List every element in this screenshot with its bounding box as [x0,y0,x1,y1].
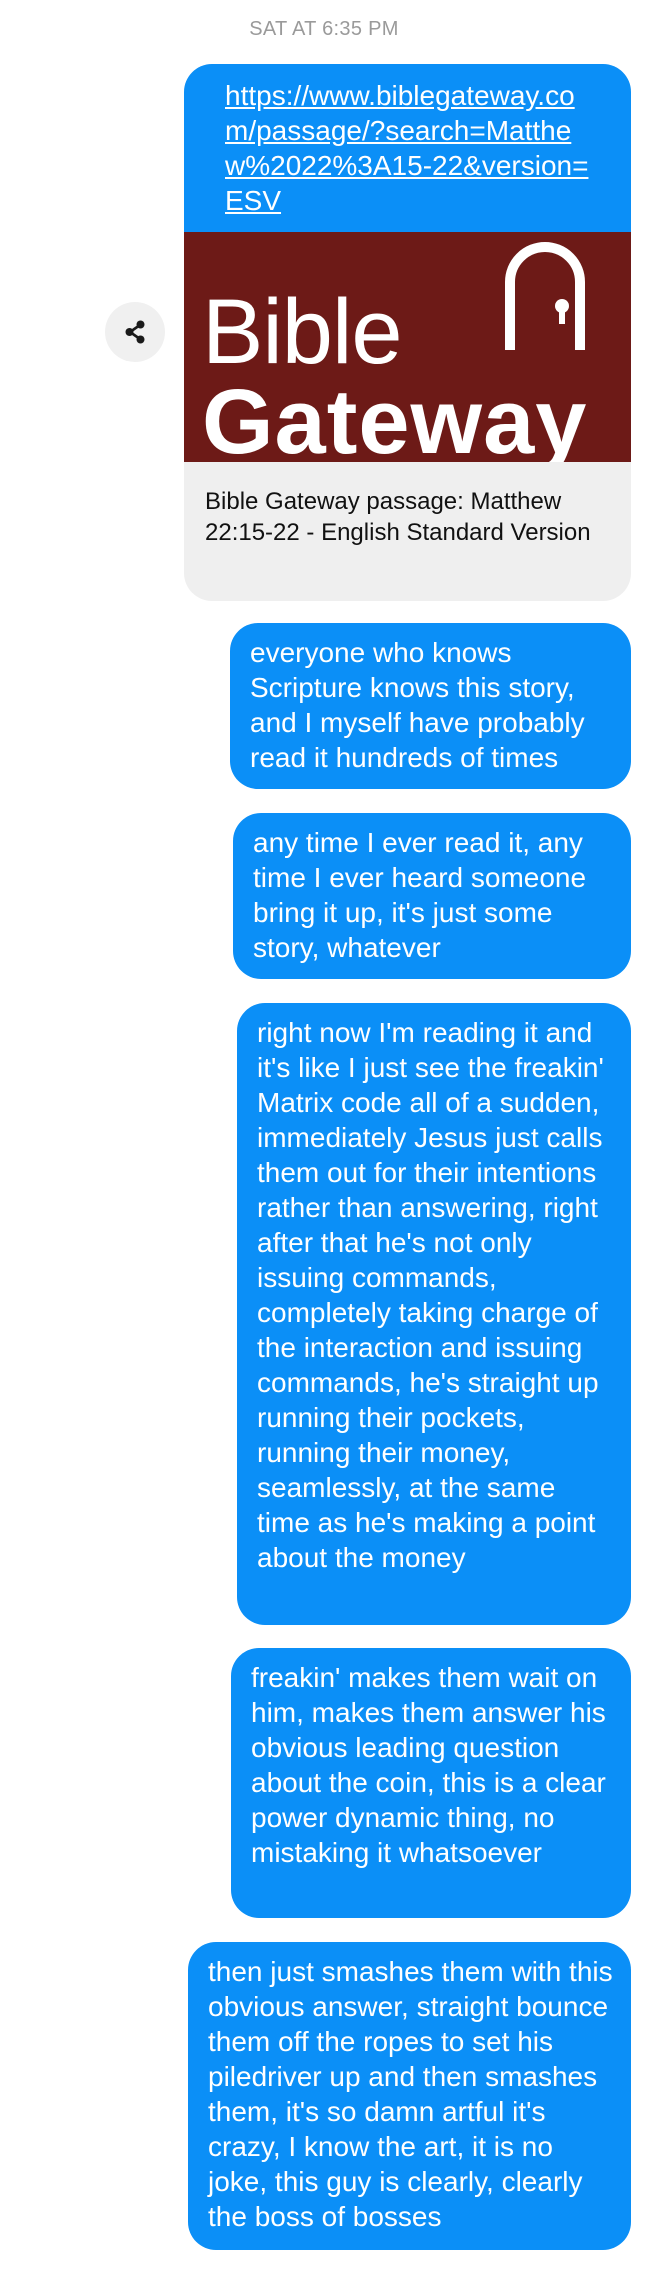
message-bubble[interactable]: any time I ever read it, any time I ever… [233,813,631,979]
link-preview-image: Bible Gateway [184,232,631,462]
link-title: Bible Gateway passage: Matthew 22:15-22 … [205,488,591,546]
brand-word-gateway: Gateway [202,371,588,462]
message-bubble[interactable]: everyone who knows Scripture knows this … [230,623,631,789]
share-button[interactable] [105,302,165,362]
thread-timestamp: SAT AT 6:35 PM [249,18,399,40]
gateway-door-icon [505,242,585,350]
link-url[interactable]: https://www.biblegateway.com/passage/?se… [184,64,631,232]
share-icon [125,320,145,344]
message-bubble[interactable]: freakin' makes them wait on him, makes t… [231,1648,631,1918]
message-bubble[interactable]: right now I'm reading it and it's like I… [237,1003,631,1625]
link-preview-card[interactable]: https://www.biblegateway.com/passage/?se… [184,64,631,601]
message-bubble[interactable]: then just smashes them with this obvious… [188,1942,631,2250]
